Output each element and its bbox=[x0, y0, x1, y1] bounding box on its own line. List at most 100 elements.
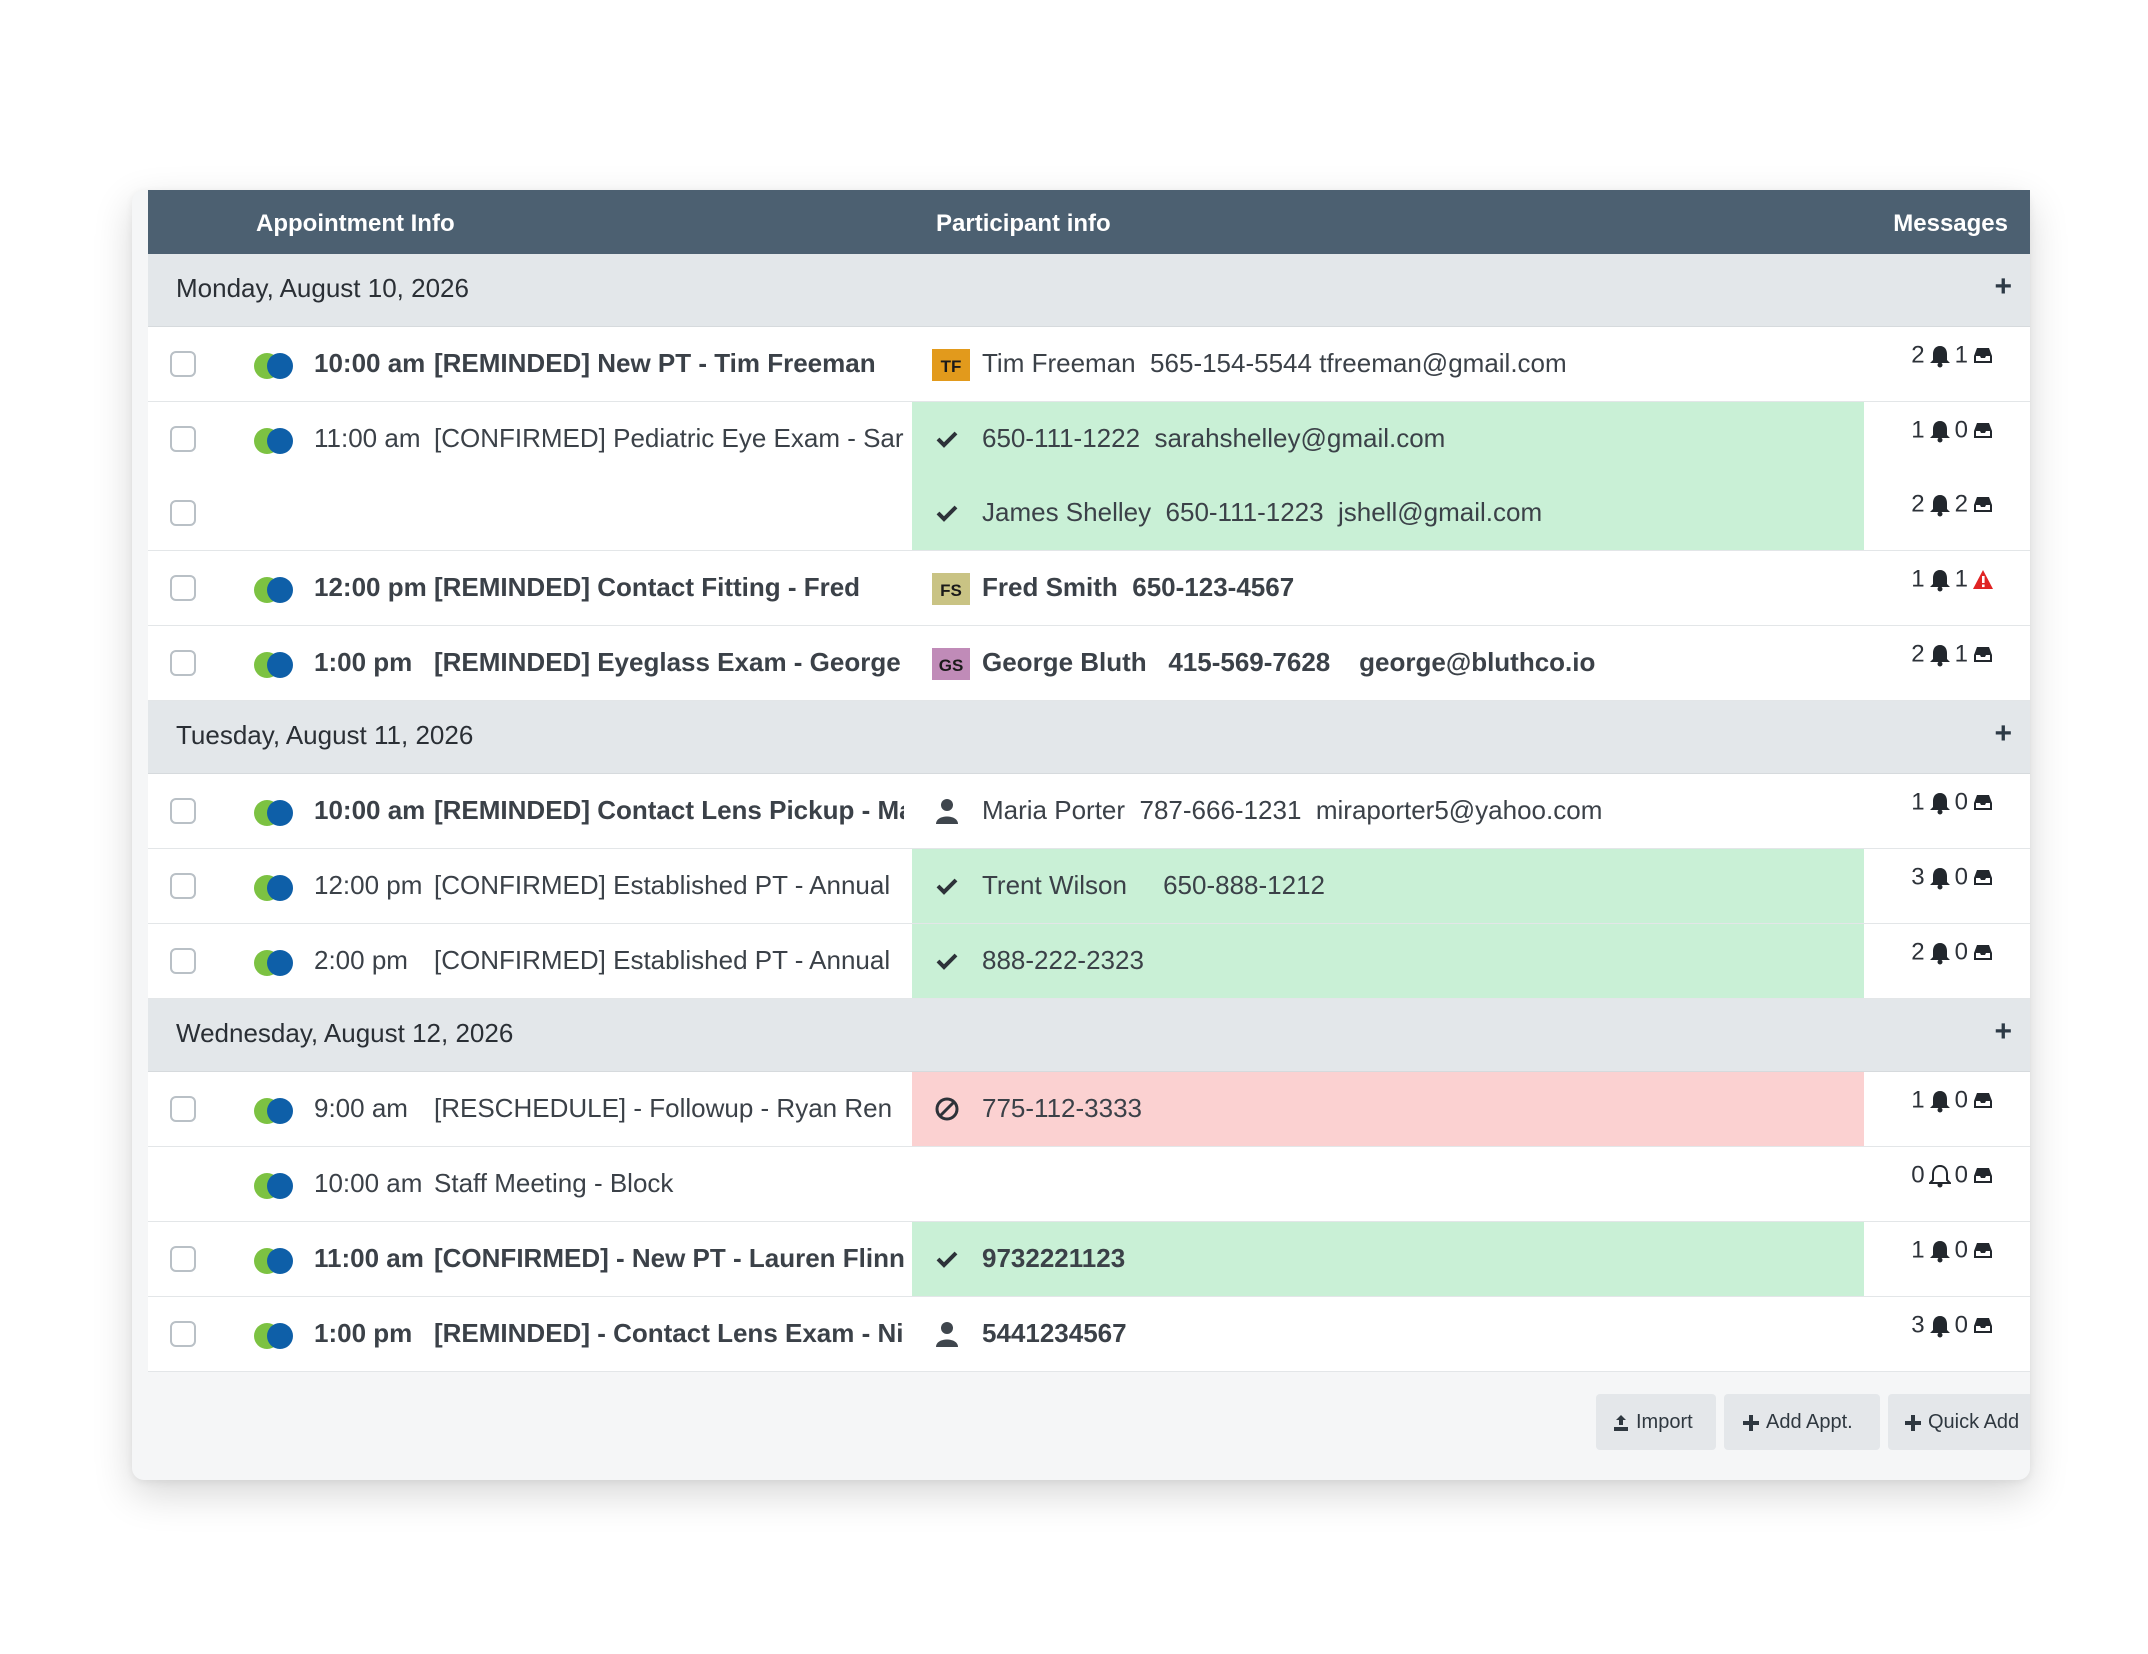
participant-line[interactable]: 775-112-3333 bbox=[912, 1072, 1864, 1146]
bell-icon bbox=[1929, 494, 1950, 517]
reply-count: 0 bbox=[1954, 1311, 1968, 1339]
participant-line[interactable]: GS George Bluth 415-569-7628 george@bluth… bbox=[912, 626, 1864, 700]
row-checkbox[interactable] bbox=[170, 1096, 196, 1122]
reply-count: 0 bbox=[1954, 1086, 1968, 1114]
appointment-title[interactable]: [CONFIRMED] Pediatric Eye Exam - Sar bbox=[434, 423, 904, 454]
participant-cell: 5441234567 bbox=[912, 1297, 1864, 1371]
appointment-title[interactable]: [CONFIRMED] Established PT - Annual bbox=[434, 870, 904, 901]
appointment-row[interactable]: 11:00 am [CONFIRMED] Pediatric Eye Exam -… bbox=[148, 402, 2030, 551]
inbox-icon bbox=[1974, 1167, 1992, 1183]
row-checkbox[interactable] bbox=[170, 948, 196, 974]
appointment-title[interactable]: [REMINDED] Contact Lens Pickup - Mar bbox=[434, 795, 904, 826]
message-counts[interactable]: 20 bbox=[1911, 938, 1998, 967]
bell-icon bbox=[1929, 569, 1950, 592]
add-appt-button[interactable]: Add Appt. bbox=[1724, 1394, 1880, 1450]
status-toggle[interactable] bbox=[254, 1173, 296, 1199]
appointment-title[interactable]: Staff Meeting - Block bbox=[434, 1168, 904, 1199]
appointment-row[interactable]: 1:00 pm [REMINDED] Eyeglass Exam - George… bbox=[148, 626, 2030, 701]
appointment-row[interactable]: 2:00 pm [CONFIRMED] Established PT - Annu… bbox=[148, 924, 2030, 999]
participant-line[interactable]: 650-111-1222 sarahshelley@gmail.com bbox=[912, 402, 1864, 476]
status-toggle[interactable] bbox=[254, 1248, 296, 1274]
bell-icon bbox=[1929, 1090, 1950, 1113]
row-checkbox[interactable] bbox=[170, 1321, 196, 1347]
participant-status-icon bbox=[934, 1246, 960, 1272]
reply-count: 2 bbox=[1954, 490, 1968, 518]
appointment-title[interactable]: [REMINDED] Contact Fitting - Fred bbox=[434, 572, 904, 603]
inbox-icon bbox=[1974, 422, 1992, 438]
toggle-blue-dot bbox=[267, 428, 293, 454]
row-checkbox[interactable] bbox=[170, 426, 196, 452]
status-toggle[interactable] bbox=[254, 800, 296, 826]
appointment-title[interactable]: [RESCHEDULE] - Followup - Ryan Ren bbox=[434, 1093, 904, 1124]
participant-text: Trent Wilson 650-888-1212 bbox=[982, 870, 1325, 900]
message-counts[interactable]: 30 bbox=[1911, 863, 1998, 892]
toggle-blue-dot bbox=[267, 1248, 293, 1274]
message-counts[interactable]: 00 bbox=[1911, 1161, 1998, 1190]
participant-status-icon bbox=[934, 500, 960, 526]
appointment-title[interactable]: [REMINDED] New PT - Tim Freeman bbox=[434, 348, 904, 379]
participant-line[interactable]: Trent Wilson 650-888-1212 bbox=[912, 849, 1864, 923]
participant-line[interactable]: James Shelley 650-111-1223 jshell@gmail.… bbox=[912, 476, 1864, 550]
bell-icon bbox=[1929, 942, 1950, 965]
message-counts[interactable]: 10 bbox=[1911, 1086, 1998, 1115]
appointment-time: 12:00 pm bbox=[314, 572, 427, 602]
message-counts[interactable]: 10 bbox=[1911, 416, 1998, 445]
quick-add-button[interactable]: Quick Add bbox=[1888, 1394, 2030, 1450]
appointment-row[interactable]: 9:00 am [RESCHEDULE] - Followup - Ryan Re… bbox=[148, 1072, 2030, 1147]
appointment-row[interactable]: 12:00 pm [CONFIRMED] Established PT - Ann… bbox=[148, 849, 2030, 924]
message-counts[interactable]: 21 bbox=[1911, 640, 1998, 669]
appointment-title[interactable]: [CONFIRMED] - New PT - Lauren Flinn bbox=[434, 1243, 904, 1274]
appointment-row[interactable]: 10:00 am [REMINDED] New PT - Tim Freeman T… bbox=[148, 327, 2030, 402]
message-counts[interactable]: 11 bbox=[1911, 565, 1998, 594]
plus-icon bbox=[1905, 1414, 1921, 1431]
appointment-title[interactable]: [REMINDED] Eyeglass Exam - George bbox=[434, 647, 904, 678]
appointment-title[interactable]: [REMINDED] - Contact Lens Exam - Nic bbox=[434, 1318, 904, 1349]
row-checkbox[interactable] bbox=[170, 873, 196, 899]
row-checkbox[interactable] bbox=[170, 650, 196, 676]
appointment-row[interactable]: 1:00 pm [REMINDED] - Contact Lens Exam - … bbox=[148, 1297, 2030, 1372]
reminder-count: 2 bbox=[1911, 490, 1925, 518]
participant-line[interactable]: TF Tim Freeman 565-154-5544 tfreeman@gmai… bbox=[912, 327, 1864, 401]
participant-line[interactable]: 9732221123 bbox=[912, 1222, 1864, 1296]
row-checkbox[interactable] bbox=[170, 351, 196, 377]
row-checkbox[interactable] bbox=[170, 798, 196, 824]
status-toggle[interactable] bbox=[254, 652, 296, 678]
participant-text: 9732221123 bbox=[982, 1243, 1126, 1273]
status-toggle[interactable] bbox=[254, 353, 296, 379]
participant-line[interactable]: Maria Porter 787-666-1231 miraporter5@ya… bbox=[912, 774, 1864, 848]
status-toggle[interactable] bbox=[254, 577, 296, 603]
message-counts[interactable]: 10 bbox=[1911, 788, 1998, 817]
messages-header: Messages bbox=[1893, 210, 2008, 237]
appointment-time: 1:00 pm bbox=[314, 647, 413, 677]
participant-text: 5441234567 bbox=[982, 1318, 1127, 1348]
status-toggle[interactable] bbox=[254, 950, 296, 976]
add-to-date-button[interactable]: + bbox=[1994, 1015, 2012, 1049]
status-toggle[interactable] bbox=[254, 1098, 296, 1124]
participant-avatar: GS bbox=[932, 648, 970, 680]
appointment-row[interactable]: 10:00 am Staff Meeting - Block 0 0 bbox=[148, 1147, 2030, 1222]
status-toggle[interactable] bbox=[254, 428, 296, 454]
reminder-count: 3 bbox=[1911, 863, 1925, 891]
message-counts[interactable]: 22 bbox=[1911, 490, 1998, 519]
message-counts[interactable]: 21 bbox=[1911, 341, 1998, 370]
message-counts[interactable]: 30 bbox=[1911, 1311, 1998, 1340]
participant-line[interactable]: FS Fred Smith 650-123-4567 bbox=[912, 551, 1864, 625]
status-toggle[interactable] bbox=[254, 875, 296, 901]
status-toggle[interactable] bbox=[254, 1323, 296, 1349]
appointment-row[interactable]: 11:00 am [CONFIRMED] - New PT - Lauren Fl… bbox=[148, 1222, 2030, 1297]
bell-icon bbox=[1929, 345, 1950, 368]
participant-status-icon bbox=[934, 948, 960, 974]
appointment-title[interactable]: [CONFIRMED] Established PT - Annual bbox=[434, 945, 904, 976]
appointment-row[interactable]: 10:00 am [REMINDED] Contact Lens Pickup -… bbox=[148, 774, 2030, 849]
toggle-blue-dot bbox=[267, 875, 293, 901]
row-checkbox[interactable] bbox=[170, 1246, 196, 1272]
appointment-row[interactable]: 12:00 pm [REMINDED] Contact Fitting - Fre… bbox=[148, 551, 2030, 626]
row-checkbox[interactable] bbox=[170, 575, 196, 601]
add-to-date-button[interactable]: + bbox=[1994, 270, 2012, 304]
row-checkbox[interactable] bbox=[170, 500, 196, 526]
add-to-date-button[interactable]: + bbox=[1994, 717, 2012, 751]
participant-line[interactable]: 888-222-2323 bbox=[912, 924, 1864, 998]
message-counts[interactable]: 10 bbox=[1911, 1236, 1998, 1265]
import-button[interactable]: Import bbox=[1596, 1394, 1716, 1450]
participant-line[interactable]: 5441234567 bbox=[912, 1297, 1864, 1371]
